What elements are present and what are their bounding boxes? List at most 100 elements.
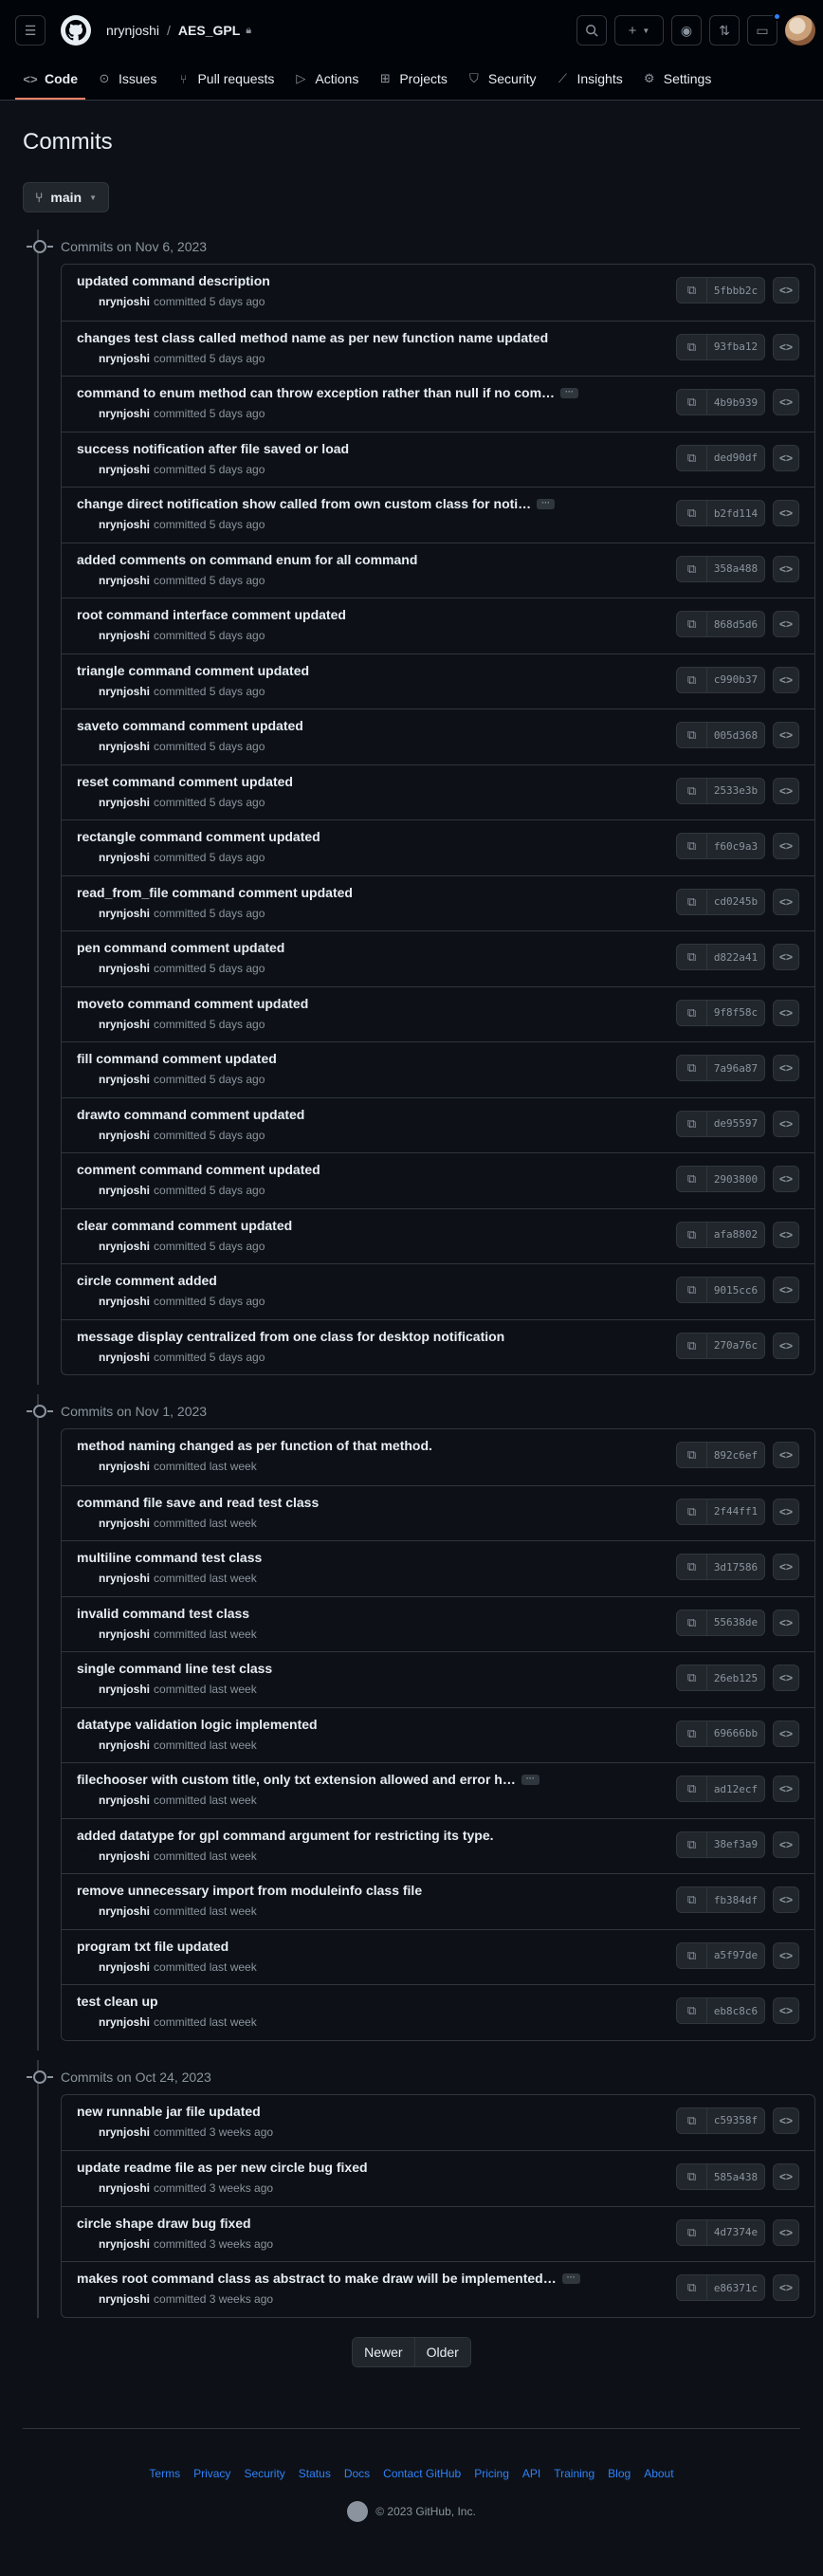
footer-link[interactable]: Privacy	[193, 2467, 230, 2480]
author-link[interactable]: nrynjoshi	[99, 2015, 150, 2029]
author-link[interactable]: nrynjoshi	[99, 907, 150, 920]
avatar[interactable]	[77, 905, 92, 921]
footer-link[interactable]: Blog	[608, 2467, 631, 2480]
browse-code-icon[interactable]: <>	[773, 1886, 799, 1913]
commit-sha-link[interactable]: ded90df	[707, 446, 764, 470]
commit-sha-link[interactable]: 7a96a87	[707, 1056, 764, 1080]
commit-sha-link[interactable]: 5fbbb2c	[707, 278, 764, 303]
branch-selector[interactable]: ⑂ main ▼	[23, 182, 110, 212]
commit-sha-link[interactable]: cd0245b	[707, 890, 764, 914]
copy-icon[interactable]: ⧉	[677, 390, 707, 414]
footer-link[interactable]: About	[644, 2467, 673, 2480]
avatar[interactable]	[77, 1848, 92, 1864]
commit-sha-link[interactable]: ad12ecf	[707, 1776, 764, 1801]
author-link[interactable]: nrynjoshi	[99, 1184, 150, 1197]
author-link[interactable]: nrynjoshi	[99, 574, 150, 587]
tab-pull-requests[interactable]: ⑂ Pull requests	[168, 71, 282, 100]
tab-actions[interactable]: ▷ Actions	[285, 71, 366, 100]
repo-link[interactable]: AES_GPL	[178, 23, 240, 38]
browse-code-icon[interactable]: <>	[773, 277, 799, 304]
copy-icon[interactable]: ⧉	[677, 1831, 707, 1857]
author-link[interactable]: nrynjoshi	[99, 1240, 150, 1253]
avatar[interactable]	[77, 1072, 92, 1087]
avatar[interactable]	[77, 406, 92, 421]
author-link[interactable]: nrynjoshi	[99, 1683, 150, 1696]
avatar[interactable]	[77, 1016, 92, 1032]
avatar[interactable]	[77, 461, 92, 477]
commit-sha-link[interactable]: de95597	[707, 1112, 764, 1136]
copy-icon[interactable]: ⧉	[677, 723, 707, 747]
browse-code-icon[interactable]: <>	[773, 1997, 799, 2024]
avatar[interactable]	[77, 1127, 92, 1143]
avatar[interactable]	[77, 1571, 92, 1586]
browse-code-icon[interactable]: <>	[773, 555, 799, 582]
commit-sha-link[interactable]: 868d5d6	[707, 612, 764, 636]
commit-sha-link[interactable]: 38ef3a9	[707, 1832, 764, 1857]
copy-icon[interactable]: ⧉	[677, 1555, 707, 1579]
author-link[interactable]: nrynjoshi	[99, 685, 150, 698]
commit-message-link[interactable]: change direct notification show called f…	[77, 496, 531, 511]
browse-code-icon[interactable]: <>	[773, 1665, 799, 1691]
commit-message-link[interactable]: multiline command test class	[77, 1550, 262, 1565]
author-link[interactable]: nrynjoshi	[99, 295, 150, 308]
commit-message-link[interactable]: remove unnecessary import from moduleinf…	[77, 1883, 422, 1898]
author-link[interactable]: nrynjoshi	[99, 1460, 150, 1473]
commit-message-link[interactable]: drawto command comment updated	[77, 1107, 304, 1122]
copy-icon[interactable]: ⧉	[677, 2164, 707, 2189]
avatar[interactable]	[77, 1737, 92, 1753]
copy-icon[interactable]: ⧉	[677, 2275, 707, 2300]
copy-icon[interactable]: ⧉	[677, 1222, 707, 1247]
search-icon[interactable]	[576, 15, 607, 46]
newer-button[interactable]: Newer	[353, 2337, 414, 2366]
commit-sha-link[interactable]: 585a438	[707, 2164, 764, 2189]
avatar[interactable]	[77, 1183, 92, 1198]
commit-message-link[interactable]: makes root command class as abstract to …	[77, 2271, 557, 2286]
author-link[interactable]: nrynjoshi	[99, 1073, 150, 1086]
browse-code-icon[interactable]: <>	[773, 611, 799, 637]
footer-link[interactable]: API	[522, 2467, 540, 2480]
commit-message-link[interactable]: root command interface comment updated	[77, 607, 346, 622]
avatar[interactable]	[77, 350, 92, 366]
avatar[interactable]	[77, 572, 92, 588]
commit-sha-link[interactable]: 358a488	[707, 557, 764, 581]
avatar[interactable]	[77, 739, 92, 754]
commit-message-link[interactable]: new runnable jar file updated	[77, 2104, 261, 2119]
commit-sha-link[interactable]: 9015cc6	[707, 1278, 764, 1302]
avatar[interactable]	[77, 517, 92, 532]
browse-code-icon[interactable]: <>	[773, 2163, 799, 2190]
avatar[interactable]	[77, 1294, 92, 1309]
browse-code-icon[interactable]: <>	[773, 1332, 799, 1359]
browse-code-icon[interactable]: <>	[773, 500, 799, 526]
avatar[interactable]	[77, 2124, 92, 2140]
commit-message-link[interactable]: pen command comment updated	[77, 940, 284, 955]
commit-message-link[interactable]: message display centralized from one cla…	[77, 1329, 504, 1344]
avatar[interactable]	[77, 2180, 92, 2196]
commit-message-link[interactable]: single command line test class	[77, 1661, 272, 1676]
commit-sha-link[interactable]: 005d368	[707, 723, 764, 747]
author-link[interactable]: nrynjoshi	[99, 1960, 150, 1974]
avatar[interactable]	[77, 2291, 92, 2307]
author-link[interactable]: nrynjoshi	[99, 1904, 150, 1918]
browse-code-icon[interactable]: <>	[773, 333, 799, 360]
browse-code-icon[interactable]: <>	[773, 777, 799, 804]
footer-link[interactable]: Docs	[344, 2467, 370, 2480]
avatar[interactable]	[77, 1459, 92, 1474]
copy-icon[interactable]: ⧉	[677, 1333, 707, 1358]
commit-sha-link[interactable]: f60c9a3	[707, 834, 764, 858]
author-link[interactable]: nrynjoshi	[99, 796, 150, 809]
browse-code-icon[interactable]: <>	[773, 1110, 799, 1137]
browse-code-icon[interactable]: <>	[773, 2274, 799, 2301]
tab-issues[interactable]: ⊙ Issues	[89, 71, 164, 100]
author-link[interactable]: nrynjoshi	[99, 1849, 150, 1863]
author-link[interactable]: nrynjoshi	[99, 2181, 150, 2195]
browse-code-icon[interactable]: <>	[773, 1554, 799, 1580]
browse-code-icon[interactable]: <>	[773, 1166, 799, 1192]
copy-icon[interactable]: ⧉	[677, 1000, 707, 1025]
commit-sha-link[interactable]: 2533e3b	[707, 779, 764, 803]
copy-icon[interactable]: ⧉	[677, 334, 707, 359]
copy-icon[interactable]: ⧉	[677, 1942, 707, 1968]
commit-message-link[interactable]: clear command comment updated	[77, 1218, 292, 1233]
commit-message-link[interactable]: reset command comment updated	[77, 774, 293, 789]
tab-insights[interactable]: ⟋ Insights	[547, 71, 630, 100]
commit-sha-link[interactable]: 26eb125	[707, 1665, 764, 1690]
